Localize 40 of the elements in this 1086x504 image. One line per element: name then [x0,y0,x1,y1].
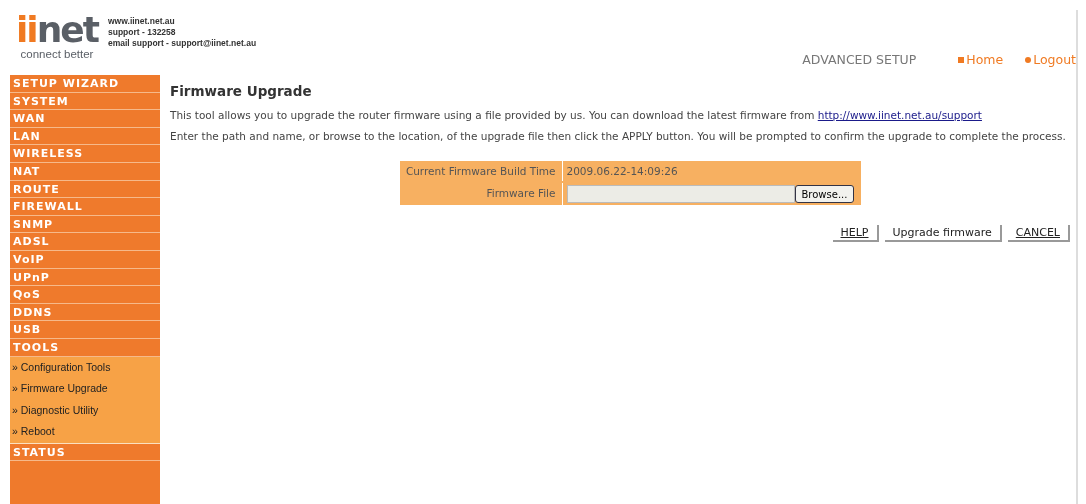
menu-item[interactable]: SYSTEM [10,92,160,111]
menu-item[interactable]: TOOLS [10,338,160,357]
field-label: Current Firmware Build Time [404,164,557,179]
field-label: Firmware File [485,186,557,201]
header-link[interactable]: Logout [1025,52,1076,67]
contact-line: www.iinet.net.au [108,16,176,27]
browse-button[interactable]: Browse... [794,185,855,203]
menu-item[interactable]: WAN [10,110,160,128]
action-button[interactable]: HELP [832,225,879,242]
menu-item[interactable]: ADSL [10,233,160,251]
menu-item[interactable]: WIRELESS [10,145,160,163]
menu-item[interactable]: UPnP [10,268,160,287]
submenu-item[interactable]: » Reboot [10,421,160,443]
menu-item[interactable]: VoIP [10,250,160,269]
menu-item[interactable]: FIREWALL [10,198,160,216]
menu-item[interactable]: USB [10,321,160,339]
menu-item[interactable]: DDNS [10,303,160,322]
action-button[interactable]: CANCEL [1007,225,1070,242]
action-button[interactable]: Upgrade firmware [884,225,1002,242]
menu-item[interactable]: SETUP WIZARD [10,75,160,93]
submenu-item[interactable]: » Firmware Upgrade [10,378,160,400]
page-title: Firmware Upgrade [170,83,313,99]
menu-item[interactable]: STATUS [10,443,160,462]
intro-text: This tool allows you to upgrade the router firmware using a file provided by us. You can download the latest firmware from http://www.iinet.net.au/support [170,109,983,122]
menu-item[interactable]: SNMP [10,215,160,234]
build-time-value: 2009.06.22-14:09:26 [561,161,861,181]
menu-item[interactable]: ROUTE [10,180,160,199]
section-title: ADVANCED SETUP [802,52,917,67]
menu-item[interactable]: LAN [10,127,160,146]
submenu-item[interactable]: » Configuration Tools [10,356,160,378]
contact-line: email support - support@iinet.net.au [108,38,257,49]
instructions-text: Enter the path and name, or browse to the location, of the upgrade file then click the APPLY button. You will be prompted to confirm the upgrade to complete the process. [170,130,1067,143]
submenu-item[interactable]: » Diagnostic Utility [10,399,160,421]
header-link[interactable]: Home [958,52,1004,67]
menu-item[interactable]: QoS [10,286,160,304]
contact-line: support - 132258 [108,27,177,38]
menu-item[interactable]: NAT [10,162,160,181]
file-path-field[interactable] [566,185,795,203]
support-link[interactable]: http://www.iinet.net.au/support [817,109,982,121]
logo: iinet connect better [15,13,100,61]
